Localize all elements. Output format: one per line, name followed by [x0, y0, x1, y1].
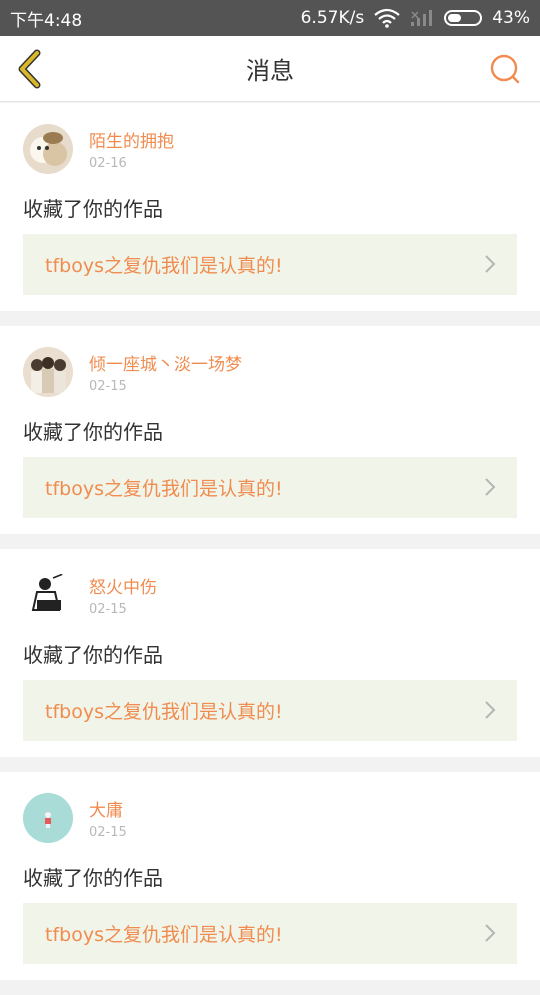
message-list: 陌生的拥抱 02-16 收藏了你的作品 tfboys之复仇我们是认真的! 倾一座… — [0, 103, 540, 995]
battery-icon — [444, 10, 483, 26]
message-date: 02-16 — [89, 156, 127, 171]
work-link[interactable]: tfboys之复仇我们是认真的! — [23, 903, 517, 964]
work-title: tfboys之复仇我们是认真的! — [45, 478, 283, 500]
status-bar: 下午4:48 6.57K/s 43% — [0, 0, 540, 36]
username[interactable]: 大庸 — [89, 796, 123, 821]
network-speed: 6.57K/s — [300, 8, 365, 28]
work-link[interactable]: tfboys之复仇我们是认真的! — [23, 457, 517, 518]
username[interactable]: 倾一座城丶淡一场梦 — [89, 350, 242, 375]
message-date: 02-15 — [89, 825, 127, 840]
work-title: tfboys之复仇我们是认真的! — [45, 701, 283, 723]
message-date: 02-15 — [89, 379, 127, 394]
wifi-icon — [374, 8, 400, 28]
status-time: 下午4:48 — [10, 10, 83, 31]
work-title: tfboys之复仇我们是认真的! — [45, 255, 283, 277]
chevron-right-icon — [485, 701, 496, 719]
message-action: 收藏了你的作品 — [23, 643, 163, 667]
message-card: 陌生的拥抱 02-16 收藏了你的作品 tfboys之复仇我们是认真的! — [0, 103, 540, 311]
chevron-left-icon — [18, 49, 41, 89]
message-card: 倾一座城丶淡一场梦 02-15 收藏了你的作品 tfboys之复仇我们是认真的! — [0, 326, 540, 534]
chevron-right-icon — [485, 478, 496, 496]
avatar[interactable] — [23, 124, 73, 174]
work-link[interactable]: tfboys之复仇我们是认真的! — [23, 680, 517, 741]
message-action: 收藏了你的作品 — [23, 197, 163, 221]
chevron-right-icon — [485, 924, 496, 942]
battery-fill — [448, 14, 462, 22]
status-indicators: 6.57K/s 43% — [301, 8, 530, 28]
username[interactable]: 怒火中伤 — [89, 573, 157, 598]
message-card: 大庸 02-15 收藏了你的作品 tfboys之复仇我们是认真的! — [0, 772, 540, 980]
app-header: 消息 — [0, 36, 540, 102]
work-title: tfboys之复仇我们是认真的! — [45, 924, 283, 946]
search-button[interactable] — [488, 52, 522, 86]
message-card: 怒火中伤 02-15 收藏了你的作品 tfboys之复仇我们是认真的! — [0, 549, 540, 757]
page-title: 消息 — [246, 57, 294, 85]
message-action: 收藏了你的作品 — [23, 866, 163, 890]
message-action: 收藏了你的作品 — [23, 420, 163, 444]
work-link[interactable]: tfboys之复仇我们是认真的! — [23, 234, 517, 295]
search-icon — [490, 54, 520, 84]
avatar[interactable] — [23, 793, 73, 843]
avatar[interactable] — [23, 570, 73, 620]
chevron-right-icon — [485, 255, 496, 273]
signal-icon — [411, 10, 433, 26]
username[interactable]: 陌生的拥抱 — [89, 127, 174, 152]
message-date: 02-15 — [89, 602, 127, 617]
battery-percent: 43% — [492, 8, 530, 28]
back-button[interactable] — [10, 46, 50, 92]
avatar[interactable] — [23, 347, 73, 397]
